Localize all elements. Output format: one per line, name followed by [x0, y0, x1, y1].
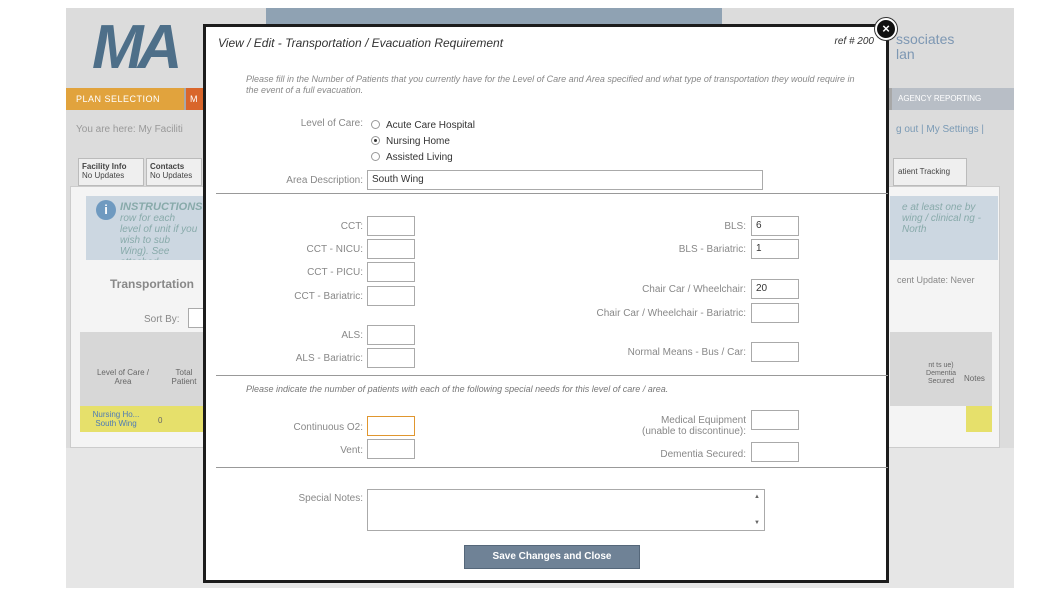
radio-nursing-home[interactable]: Nursing Home	[371, 135, 450, 149]
radio-icon[interactable]	[371, 119, 380, 129]
section-title: Transportation	[110, 277, 195, 291]
close-icon[interactable]: ×	[875, 18, 897, 40]
row-total: 0	[158, 416, 163, 425]
special-notes-label: Special Notes:	[298, 493, 363, 504]
modal-intro: Please fill in the Number of Patients th…	[246, 74, 855, 95]
cct-picu-input[interactable]	[367, 262, 415, 282]
scroll-up-icon[interactable]: ▲	[754, 494, 760, 500]
instructions-box-right: e at least one by wing / clinical ng - N…	[890, 196, 998, 260]
nav-item-2[interactable]: M	[186, 88, 204, 110]
row-area-link[interactable]: Nursing Ho... South Wing	[86, 410, 146, 428]
continuous-o2-input[interactable]	[367, 416, 415, 436]
bls-bariatric-label: BLS - Bariatric:	[678, 244, 746, 255]
area-description-label: Area Description:	[286, 175, 363, 186]
modal-ref: ref # 200	[834, 36, 874, 47]
bls-bariatric-input[interactable]: 1	[751, 239, 799, 259]
breadcrumb: You are here: My Faciliti	[76, 124, 183, 135]
chair-car-input[interactable]: 20	[751, 279, 799, 299]
nav-plan-selection[interactable]: PLAN SELECTION	[66, 88, 184, 110]
logo: MA	[92, 13, 182, 82]
divider	[216, 467, 888, 468]
chair-car-bariatric-input[interactable]	[751, 303, 799, 323]
user-links[interactable]: g out | My Settings |	[896, 124, 984, 135]
medical-equipment-label: Medical Equipment (unable to discontinue)…	[642, 415, 746, 437]
medical-equipment-input[interactable]	[751, 410, 799, 430]
normal-means-input[interactable]	[751, 342, 799, 362]
sort-by-label: Sort By:	[144, 314, 180, 325]
bls-label: BLS:	[724, 221, 746, 232]
divider	[216, 375, 888, 376]
cct-input[interactable]	[367, 216, 415, 236]
column-header-level-of-care: Level of Care / Area	[96, 368, 150, 386]
radio-selected-icon[interactable]	[371, 135, 380, 145]
modal-title: View / Edit - Transportation / Evacuatio…	[218, 36, 504, 50]
special-needs-intro: Please indicate the number of patients w…	[246, 384, 669, 394]
column-header-total: Total Patient	[171, 368, 197, 386]
normal-means-label: Normal Means - Bus / Car:	[627, 347, 746, 358]
cct-nicu-label: CCT - NICU:	[306, 244, 363, 255]
edit-modal: View / Edit - Transportation / Evacuatio…	[203, 24, 889, 583]
recent-update: cent Update: Never	[897, 275, 975, 285]
als-bariatric-input[interactable]	[367, 348, 415, 368]
divider	[216, 193, 888, 194]
org-name: ssociates lan	[896, 31, 955, 62]
chair-car-label: Chair Car / Wheelchair:	[642, 284, 746, 295]
table-row-notes-cell	[966, 406, 992, 432]
dementia-secured-input[interactable]	[751, 442, 799, 462]
vent-label: Vent:	[340, 445, 363, 456]
continuous-o2-label: Continuous O2:	[293, 422, 364, 433]
scroll-down-icon[interactable]: ▼	[754, 520, 760, 526]
special-notes-textarea[interactable]: ▲ ▼	[367, 489, 765, 531]
area-description-input[interactable]: South Wing	[367, 170, 763, 190]
save-changes-button[interactable]: Save Changes and Close	[464, 545, 640, 569]
radio-acute-care[interactable]: Acute Care Hospital	[371, 119, 475, 133]
tab-contacts[interactable]: Contacts No Updates	[146, 158, 202, 186]
tab-facility-info[interactable]: Facility Info No Updates	[78, 158, 144, 186]
level-of-care-label: Level of Care:	[300, 118, 363, 129]
cct-bariatric-input[interactable]	[367, 286, 415, 306]
tab-patient-tracking[interactable]: atient Tracking	[893, 158, 967, 186]
als-bariatric-label: ALS - Bariatric:	[295, 353, 363, 364]
cct-bariatric-label: CCT - Bariatric:	[294, 291, 363, 302]
nav-agency-reporting[interactable]: AGENCY REPORTING	[892, 88, 1014, 110]
cct-picu-label: CCT - PICU:	[307, 267, 363, 278]
radio-assisted-living[interactable]: Assisted Living	[371, 151, 453, 165]
als-input[interactable]	[367, 325, 415, 345]
dementia-secured-label: Dementia Secured:	[660, 449, 746, 460]
info-icon: i	[96, 200, 116, 220]
cct-label: CCT:	[340, 221, 363, 232]
radio-icon[interactable]	[371, 151, 380, 161]
column-header-notes: Notes	[964, 374, 985, 383]
vent-input[interactable]	[367, 439, 415, 459]
cct-nicu-input[interactable]	[367, 239, 415, 259]
column-header-dementia: nt ts ue) Dementia Secured	[926, 362, 956, 385]
als-label: ALS:	[341, 330, 363, 341]
bls-input[interactable]: 6	[751, 216, 799, 236]
chair-car-bariatric-label: Chair Car / Wheelchair - Bariatric:	[596, 308, 746, 319]
